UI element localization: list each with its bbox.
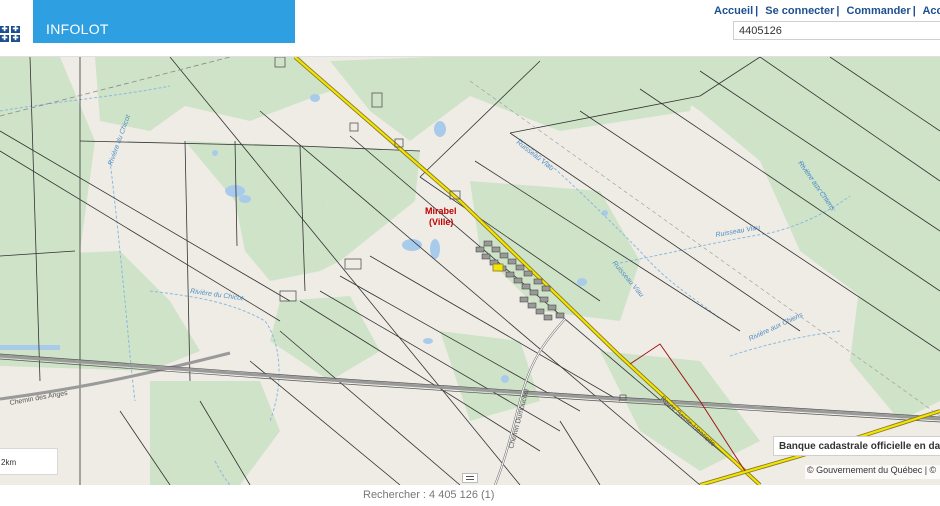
quebec-flag-icon[interactable]: ✚ ✚ ✚ ✚	[0, 26, 22, 44]
place-name-ville: (Ville)	[429, 217, 453, 227]
nav-separator: |	[912, 5, 916, 17]
selected-lot-highlight[interactable]	[492, 263, 504, 272]
app-title[interactable]: INFOLOT	[46, 21, 109, 37]
stream-label: Ruisseau Viau	[515, 139, 555, 172]
stream-label: Rivière du Chicot	[190, 288, 245, 302]
nav-se-connecter-link[interactable]: Se connecter	[765, 5, 834, 17]
cadastral-map[interactable]: Mirabel (Ville) Ruisseau Viau Ruisseau V…	[0, 56, 940, 485]
panel-resize-handle-icon[interactable]	[462, 473, 478, 483]
map-copyright: © Gouvernement du Québec | ©	[805, 465, 940, 479]
stream-label: Rivière aux Chiens	[748, 311, 805, 342]
header: ✚ ✚ ✚ ✚ INFOLOT Accueil | Se connecter | C…	[0, 0, 940, 56]
nav-separator: |	[755, 5, 759, 17]
lot-search-input[interactable]	[733, 21, 940, 40]
nav-accueil-link[interactable]: Accueil	[714, 5, 753, 17]
top-navigation: Accueil| Se connecter| Commander| Access…	[714, 5, 940, 17]
nav-commander-link[interactable]: Commander	[847, 5, 911, 17]
nav-separator: |	[836, 5, 840, 17]
map-canvas: Mirabel (Ville) Ruisseau Viau Ruisseau V…	[0, 57, 940, 485]
cadastre-date-label: Banque cadastrale officielle en date	[773, 436, 940, 456]
place-name-mirabel: Mirabel	[425, 206, 457, 216]
nav-accessibilite-link[interactable]: Accessibi	[922, 5, 940, 17]
search-result-summary[interactable]: Rechercher : 4 405 126 (1)	[363, 489, 494, 501]
stream-label: Ruisseau Viau	[715, 224, 761, 239]
brand-bar: INFOLOT	[33, 0, 295, 43]
scale-bar: 2km	[0, 448, 58, 475]
